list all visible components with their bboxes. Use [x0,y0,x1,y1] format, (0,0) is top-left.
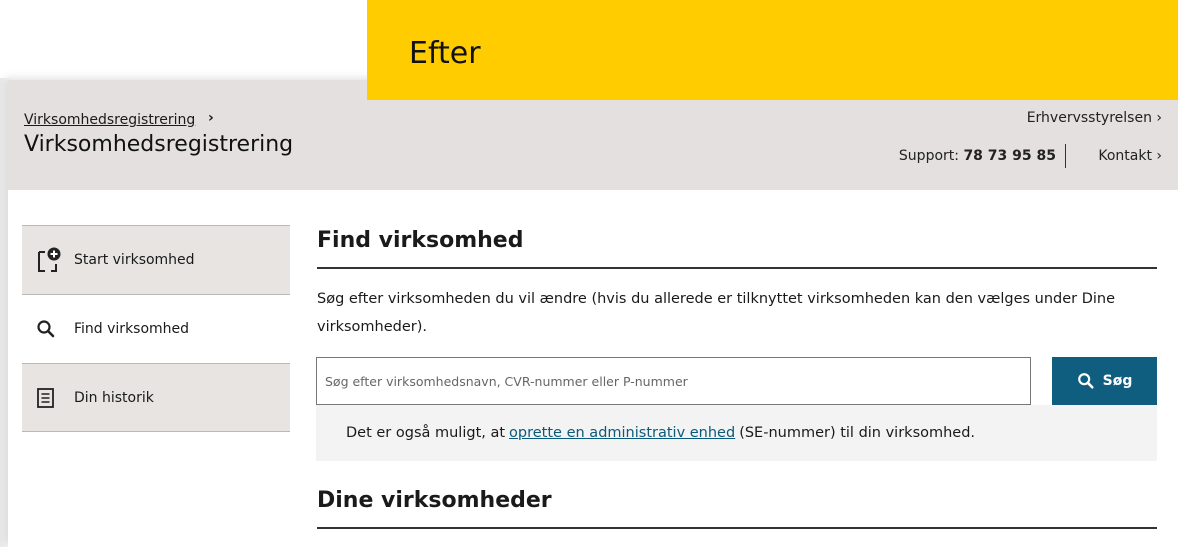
add-document-icon [36,246,66,274]
sidebar-item-label: Find virksomhed [74,321,190,337]
header-divider [1065,144,1066,168]
sidebar: Start virksomhed Find virksomhed Din his… [22,225,290,432]
breadcrumb-link[interactable]: Virksomhedsregistrering [24,112,195,128]
search-description: Søg efter virksomheden du vil ændre (hvi… [317,291,1116,335]
search-icon [36,319,66,339]
find-heading: Find virksomhed [317,228,524,253]
search-button-label: Søg [1102,373,1133,389]
document-list-icon [36,387,66,409]
sidebar-item-start[interactable]: Start virksomhed [22,225,290,294]
companies-heading: Dine virksomheder [317,488,552,513]
info-box: Det er også muligt, at oprette en admini… [316,405,1157,461]
breadcrumb-chevron-icon: › [208,110,214,126]
support-info: Support: 78 73 95 85 [899,148,1056,164]
efter-banner: Efter [367,0,1178,100]
info-prefix: Det er også muligt, at [346,425,506,441]
info-suffix: (SE-nummer) til din virksomhed. [739,425,976,441]
contact-link[interactable]: Kontakt › [1098,148,1162,164]
sidebar-item-label: Start virksomhed [74,252,195,268]
support-number: 78 73 95 85 [963,148,1056,164]
heading-rule [317,527,1157,529]
site-title: Virksomhedsregistrering [24,132,294,157]
efter-label: Efter [409,36,481,71]
search-icon [1077,373,1094,389]
search-input[interactable] [316,357,1031,405]
search-button[interactable]: Søg [1052,357,1157,405]
sidebar-item-history[interactable]: Din historik [22,363,290,432]
heading-rule [317,267,1157,269]
org-link[interactable]: Erhvervsstyrelsen › [1027,110,1162,126]
sidebar-item-find[interactable]: Find virksomhed [22,294,290,363]
sidebar-item-label: Din historik [74,389,154,406]
admin-unit-link[interactable]: oprette en administrativ enhed [509,425,735,441]
support-label: Support: [898,148,959,164]
